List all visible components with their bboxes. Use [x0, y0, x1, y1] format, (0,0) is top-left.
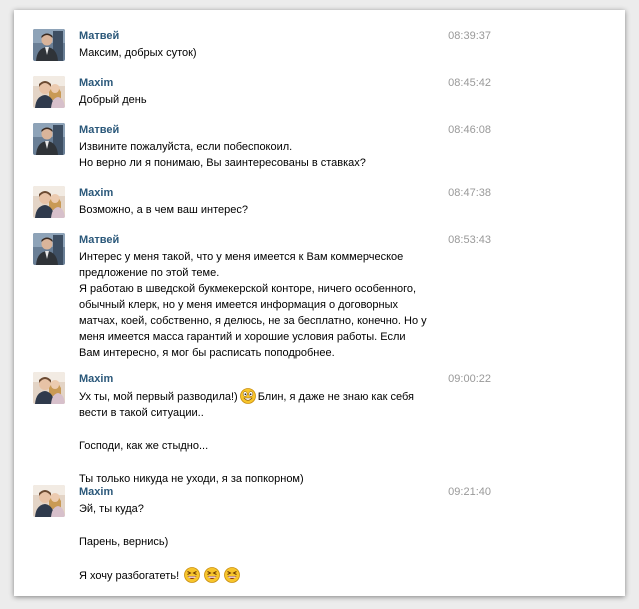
message-author[interactable]: Матвей	[79, 233, 119, 248]
message-time: 08:53:43	[448, 234, 491, 246]
message-line: предложение по этой теме.	[79, 267, 220, 279]
avatar[interactable]	[33, 233, 65, 265]
message-line-part: Я хочу разбогатеть!	[79, 570, 180, 582]
message-line: Но верно ли я понимаю, Вы заинтересованы…	[79, 157, 366, 169]
message-text: Интерес у меня такой, что у меня имеется…	[79, 249, 449, 361]
message-line: матчах, коей, собственно, я делюсь, не з…	[79, 315, 427, 327]
message-time: 08:45:42	[448, 77, 491, 89]
message-author[interactable]: Maxim	[79, 372, 113, 387]
avatar[interactable]	[33, 372, 65, 404]
laughing-squint-emoji-icon	[224, 567, 241, 583]
message-time: 09:00:22	[448, 373, 491, 385]
message-line: Я работаю в шведской букмекерской контор…	[79, 283, 417, 295]
message-line: Господи, как же стыдно...	[79, 440, 209, 452]
message-line: Извините пожалуйста, если побеспокоил.	[79, 141, 293, 153]
message-time: 08:47:38	[448, 187, 491, 199]
message-author[interactable]: Maxim	[79, 485, 113, 500]
message-author[interactable]: Матвей	[79, 29, 119, 44]
message-line: Эй, ты куда?	[79, 503, 144, 515]
message-line-part: Блин, я даже не знаю как себя	[257, 391, 414, 403]
message-time: 08:39:37	[448, 30, 491, 42]
laughing-squint-emoji-icon	[184, 567, 201, 583]
message-line: Добрый день	[79, 94, 147, 106]
message-text: Ух ты, мой первый разводила!) Блин, я даж…	[79, 388, 449, 487]
message-text: Эй, ты куда? Парень, вернись) Я хочу раз…	[79, 501, 449, 584]
avatar[interactable]	[33, 29, 65, 61]
message-text: Возможно, а в чем ваш интерес?	[79, 202, 449, 218]
chat-window: Матвей 08:39:37 Максим, добрых суток) Ma…	[14, 10, 625, 596]
message-line: Максим, добрых суток)	[79, 47, 197, 59]
message-author[interactable]: Maxim	[79, 76, 113, 91]
message-line: Парень, вернись)	[79, 536, 169, 548]
message-line: Я хочу разбогатеть!	[79, 567, 449, 584]
message-time: 08:46:08	[448, 124, 491, 136]
message-line: Вам интересно, я мог бы расписать поподр…	[79, 347, 335, 359]
avatar[interactable]	[33, 485, 65, 517]
message-author[interactable]: Матвей	[79, 123, 119, 138]
avatar[interactable]	[33, 186, 65, 218]
avatar[interactable]	[33, 76, 65, 108]
message-text: Максим, добрых суток)	[79, 45, 449, 61]
grinning-shocked-emoji-icon	[239, 388, 256, 404]
message-text: Извините пожалуйста, если побеспокоил. Н…	[79, 139, 449, 171]
message-text: Добрый день	[79, 92, 449, 108]
message-line: Интерес у меня такой, что у меня имеется…	[79, 251, 404, 263]
message-line-part: Ух ты, мой первый разводила!)	[79, 391, 238, 403]
message-author[interactable]: Maxim	[79, 186, 113, 201]
avatar[interactable]	[33, 123, 65, 155]
laughing-squint-emoji-icon	[204, 567, 221, 583]
message-time: 09:21:40	[448, 486, 491, 498]
message-line: вести в такой ситуации..	[79, 407, 204, 419]
message-line: обычный клерк, но у меня имеется информа…	[79, 299, 399, 311]
message-line: меня имеется масса гарантий и хорошие ус…	[79, 331, 406, 343]
message-line: Ух ты, мой первый разводила!) Блин, я даж…	[79, 388, 449, 405]
message-line: Ты только никуда не уходи, я за попкорно…	[79, 473, 304, 485]
message-line: Возможно, а в чем ваш интерес?	[79, 204, 248, 216]
